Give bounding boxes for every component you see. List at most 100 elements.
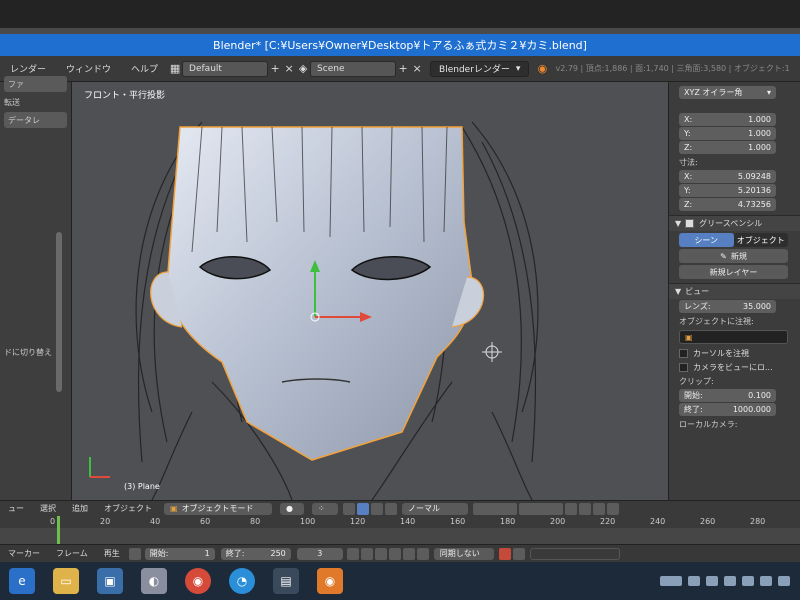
interaction-mode-select[interactable]: ▣ オブジェクトモード bbox=[164, 502, 272, 515]
proportional-edit-icon[interactable] bbox=[565, 502, 577, 515]
current-frame-cursor[interactable] bbox=[57, 516, 60, 544]
preview-range-icon[interactable] bbox=[128, 547, 141, 560]
layer-buttons-2-icon[interactable] bbox=[519, 502, 563, 515]
remove-layout-icon[interactable]: × bbox=[282, 62, 296, 76]
scale-z-field[interactable]: Z: 1.000 bbox=[679, 141, 776, 154]
sync-mode-select[interactable]: 同期しない bbox=[433, 547, 494, 560]
frame-start-field[interactable]: 開始: 1 bbox=[144, 547, 215, 560]
lock-object-field[interactable]: ▣ bbox=[679, 330, 788, 344]
left-item-2[interactable]: データレ bbox=[4, 112, 67, 128]
chrome-icon[interactable]: ◉ bbox=[185, 568, 211, 594]
collapse-triangle-icon: ▼ bbox=[675, 287, 682, 296]
volume-icon[interactable] bbox=[778, 576, 790, 586]
menu-marker[interactable]: マーカー bbox=[0, 548, 48, 559]
tab-scene[interactable]: シーン bbox=[679, 233, 734, 247]
layer-buttons-icon[interactable] bbox=[473, 502, 517, 515]
menu-help[interactable]: ヘルプ bbox=[121, 62, 168, 75]
keying-set-icon[interactable] bbox=[512, 547, 525, 560]
new-layer-button[interactable]: 新規レイヤー bbox=[679, 265, 788, 279]
3d-viewport[interactable]: フロント・平行投影 (3) Plane bbox=[72, 82, 668, 500]
frame-end-field[interactable]: 終了: 250 bbox=[220, 547, 291, 560]
scale-manipulator-icon[interactable] bbox=[385, 502, 397, 515]
grease-pencil-checkbox[interactable] bbox=[685, 219, 695, 228]
tray-app-2-icon[interactable] bbox=[706, 576, 718, 586]
lock-camera-checkbox[interactable]: カメラをビューにロ... bbox=[669, 360, 800, 374]
view-panel-header[interactable]: ▼ ビュー bbox=[669, 283, 800, 299]
layout-field[interactable]: Default bbox=[182, 60, 269, 77]
render-engine-select[interactable]: Blenderレンダー ▾ bbox=[430, 60, 530, 77]
menu-select[interactable]: 選択 bbox=[32, 503, 64, 514]
tray-app-4-icon[interactable] bbox=[742, 576, 754, 586]
tool-shelf-scrollbar[interactable] bbox=[56, 232, 62, 392]
file-explorer-icon[interactable]: ▭ bbox=[53, 568, 79, 594]
grease-pencil-source-tabs: シーン オブジェクト bbox=[679, 233, 788, 247]
left-item-1: 転送 bbox=[4, 97, 20, 107]
menu-view[interactable]: ュー bbox=[0, 503, 32, 514]
monitor-app-icon[interactable]: ▣ bbox=[97, 568, 123, 594]
dimension-x-field[interactable]: X: 5.09248 bbox=[679, 170, 776, 183]
scale-x-field[interactable]: X: 1.000 bbox=[679, 113, 776, 126]
scale-y-field[interactable]: Y: 1.000 bbox=[679, 127, 776, 140]
tab-object[interactable]: オブジェクト bbox=[733, 233, 788, 247]
wifi-icon[interactable] bbox=[760, 576, 772, 586]
manipulator-toggle-icon[interactable] bbox=[343, 502, 355, 515]
add-scene-icon[interactable]: + bbox=[396, 62, 410, 76]
menu-render[interactable]: レンダー bbox=[0, 62, 56, 75]
jump-start-icon[interactable] bbox=[346, 547, 359, 560]
timeline-tick: 100 bbox=[300, 517, 316, 526]
snap-icon[interactable] bbox=[579, 502, 591, 515]
grease-pencil-panel-header[interactable]: ▼ グリースペンシル bbox=[669, 215, 800, 231]
edge-legacy-icon[interactable]: e bbox=[9, 568, 35, 594]
play-icon[interactable] bbox=[388, 547, 401, 560]
clip-start-field[interactable]: 開始: 0.100 bbox=[679, 389, 776, 402]
snap-element-icon[interactable] bbox=[593, 502, 605, 515]
prev-keyframe-icon[interactable] bbox=[360, 547, 373, 560]
viewport-shading-select[interactable]: ● bbox=[280, 502, 304, 515]
lock-cursor-checkbox[interactable]: カーソルを注視 bbox=[669, 346, 800, 360]
window-titlebar: Blender* [C:¥Users¥Owner¥Desktop¥トアるふぁ式カ… bbox=[0, 34, 800, 56]
timeline-ruler[interactable]: 0 20 40 60 80 100 120 140 160 180 200 220 240 260 280 bbox=[0, 516, 800, 528]
store-icon[interactable]: ▤ bbox=[273, 568, 299, 594]
cube-icon: ▣ bbox=[685, 332, 693, 342]
layout-grid-icon[interactable]: ▦ bbox=[168, 62, 182, 76]
pivot-point-select[interactable]: ⁘ bbox=[312, 502, 338, 515]
remove-scene-icon[interactable]: × bbox=[410, 62, 424, 76]
lens-field[interactable]: レンズ: 35.000 bbox=[679, 300, 776, 313]
dimension-z-field[interactable]: Z: 4.73256 bbox=[679, 198, 776, 211]
translate-manipulator-icon[interactable] bbox=[357, 502, 369, 515]
opengl-render-icon[interactable] bbox=[607, 502, 619, 515]
app-icon[interactable]: ◐ bbox=[141, 568, 167, 594]
menu-frame[interactable]: フレーム bbox=[48, 548, 96, 559]
view-label: フロント・平行投影 bbox=[84, 91, 166, 101]
menu-add[interactable]: 追加 bbox=[64, 503, 96, 514]
timeline[interactable]: 0 20 40 60 80 100 120 140 160 180 200 220 240 260 280 bbox=[0, 516, 800, 544]
tray-app-3-icon[interactable] bbox=[724, 576, 736, 586]
current-frame-field[interactable]: 3 bbox=[296, 547, 343, 560]
keyboard-icon[interactable] bbox=[660, 576, 682, 586]
timeline-tick: 140 bbox=[400, 517, 416, 526]
left-item-0[interactable]: ファ bbox=[4, 76, 67, 92]
blender-taskbar-icon[interactable]: ◉ bbox=[317, 568, 343, 594]
next-keyframe-icon[interactable] bbox=[402, 547, 415, 560]
new-grease-pencil-button[interactable]: ✎ 新規 bbox=[679, 249, 788, 263]
rotate-manipulator-icon[interactable] bbox=[371, 502, 383, 515]
tray-app-icon[interactable] bbox=[688, 576, 700, 586]
transform-orientation-select[interactable]: ノーマル bbox=[402, 502, 468, 515]
rotation-mode-select[interactable]: XYZ オイラー角 ▾ bbox=[679, 86, 776, 99]
menu-playback[interactable]: 再生 bbox=[96, 548, 128, 559]
dimension-y-field[interactable]: Y: 5.20136 bbox=[679, 184, 776, 197]
play-reverse-icon[interactable] bbox=[374, 547, 387, 560]
face-mesh bbox=[166, 126, 473, 461]
blender-logo-icon: ◉ bbox=[537, 62, 548, 75]
menu-object[interactable]: オブジェクト bbox=[96, 503, 160, 514]
3d-cursor-icon[interactable] bbox=[482, 342, 502, 362]
edge-icon[interactable]: ◔ bbox=[229, 568, 255, 594]
keying-set-field[interactable] bbox=[529, 547, 620, 560]
menu-window[interactable]: ウィンドウ bbox=[56, 62, 121, 75]
pencil-icon: ✎ bbox=[720, 251, 727, 261]
clip-end-field[interactable]: 終了: 1000.000 bbox=[679, 403, 776, 416]
record-icon[interactable] bbox=[498, 547, 511, 560]
jump-end-icon[interactable] bbox=[416, 547, 429, 560]
add-layout-icon[interactable]: + bbox=[268, 62, 282, 76]
scene-field[interactable]: Scene bbox=[310, 60, 397, 77]
